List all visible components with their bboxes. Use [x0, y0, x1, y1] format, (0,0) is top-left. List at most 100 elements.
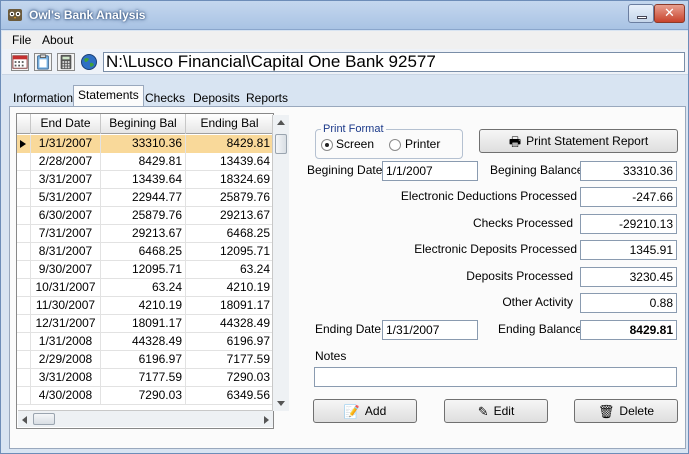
cell-ending-bal[interactable]: 44328.49 — [186, 315, 273, 333]
electronic-deductions-field[interactable]: -247.66 — [580, 187, 677, 207]
radio-screen[interactable] — [321, 139, 333, 151]
row-indicator[interactable] — [17, 189, 31, 207]
cell-end-date[interactable]: 2/29/2008 — [31, 351, 101, 369]
menu-file[interactable]: File — [12, 33, 31, 47]
cell-begining-bal[interactable]: 8429.81 — [101, 153, 186, 171]
cell-end-date[interactable]: 9/30/2007 — [31, 261, 101, 279]
cell-end-date[interactable]: 3/31/2007 — [31, 171, 101, 189]
tab-statements[interactable]: Statements — [73, 85, 144, 107]
calculator-icon[interactable] — [57, 53, 75, 71]
cell-end-date[interactable]: 11/30/2007 — [31, 297, 101, 315]
row-indicator[interactable] — [17, 369, 31, 387]
cell-begining-bal[interactable]: 29213.67 — [101, 225, 186, 243]
cell-ending-bal[interactable]: 25879.76 — [186, 189, 273, 207]
add-button[interactable]: 📝 Add — [313, 399, 417, 423]
begining-balance-field[interactable]: 33310.36 — [580, 161, 677, 181]
row-indicator[interactable] — [17, 135, 31, 153]
grid-vertical-scrollbar[interactable] — [272, 115, 289, 411]
delete-button[interactable]: 🗑 Delete — [574, 399, 678, 423]
cell-end-date[interactable]: 1/31/2007 — [31, 135, 101, 153]
vertical-scroll-thumb[interactable] — [275, 134, 287, 154]
cell-begining-bal[interactable]: 6196.97 — [101, 351, 186, 369]
cell-end-date[interactable]: 4/30/2008 — [31, 387, 101, 405]
horizontal-scroll-thumb[interactable] — [33, 413, 55, 425]
cell-begining-bal[interactable]: 4210.19 — [101, 297, 186, 315]
begining-date-field[interactable]: 1/1/2007 — [382, 161, 478, 181]
notes-field[interactable] — [314, 367, 677, 387]
close-button[interactable]: ✕ — [654, 4, 685, 23]
clipboard-icon[interactable] — [34, 53, 52, 71]
cell-begining-bal[interactable]: 13439.64 — [101, 171, 186, 189]
cell-ending-bal[interactable]: 7290.03 — [186, 369, 273, 387]
cell-ending-bal[interactable]: 6349.56 — [186, 387, 273, 405]
file-path-field[interactable]: N:\Lusco Financial\Capital One Bank 9257… — [103, 52, 685, 72]
table-row[interactable]: 9/30/2007 12095.71 63.24 — [17, 261, 273, 279]
cell-ending-bal[interactable]: 6468.25 — [186, 225, 273, 243]
edit-button[interactable]: ✎ Edit — [444, 399, 548, 423]
column-header-ending-bal[interactable]: Ending Bal — [186, 114, 273, 134]
tab-deposits[interactable]: Deposits — [189, 89, 244, 107]
cell-ending-bal[interactable]: 8429.81 — [186, 135, 273, 153]
row-indicator[interactable] — [17, 351, 31, 369]
tab-checks[interactable]: Checks — [141, 89, 189, 107]
globe-icon[interactable] — [80, 53, 98, 71]
radio-screen-label[interactable]: Screen — [336, 137, 374, 151]
table-row[interactable]: 3/31/2007 13439.64 18324.69 — [17, 171, 273, 189]
menu-about[interactable]: About — [42, 33, 73, 47]
row-indicator[interactable] — [17, 261, 31, 279]
cell-ending-bal[interactable]: 12095.71 — [186, 243, 273, 261]
cell-begining-bal[interactable]: 6468.25 — [101, 243, 186, 261]
table-row[interactable]: 5/31/2007 22944.77 25879.76 — [17, 189, 273, 207]
cell-end-date[interactable]: 10/31/2007 — [31, 279, 101, 297]
row-indicator[interactable] — [17, 387, 31, 405]
row-indicator[interactable] — [17, 225, 31, 243]
cell-ending-bal[interactable]: 13439.64 — [186, 153, 273, 171]
cell-end-date[interactable]: 8/31/2007 — [31, 243, 101, 261]
scroll-left-icon[interactable] — [22, 416, 27, 424]
scroll-down-icon[interactable] — [277, 401, 285, 406]
cell-ending-bal[interactable]: 18091.17 — [186, 297, 273, 315]
table-row[interactable]: 1/31/2008 44328.49 6196.97 — [17, 333, 273, 351]
column-header-end-date[interactable]: End Date — [31, 114, 101, 134]
table-row[interactable]: 1/31/2007 33310.36 8429.81 — [17, 135, 273, 153]
print-statement-report-button[interactable]: 🖶 Print Statement Report — [479, 129, 678, 153]
row-indicator[interactable] — [17, 297, 31, 315]
tab-reports[interactable]: Reports — [242, 89, 292, 107]
cell-end-date[interactable]: 12/31/2007 — [31, 315, 101, 333]
cell-ending-bal[interactable]: 18324.69 — [186, 171, 273, 189]
table-row[interactable]: 11/30/2007 4210.19 18091.17 — [17, 297, 273, 315]
minimize-button[interactable] — [628, 4, 654, 23]
scroll-right-icon[interactable] — [264, 416, 269, 424]
calendar-icon[interactable] — [11, 53, 29, 71]
cell-begining-bal[interactable]: 44328.49 — [101, 333, 186, 351]
checks-processed-field[interactable]: -29210.13 — [580, 214, 677, 234]
cell-end-date[interactable]: 6/30/2007 — [31, 207, 101, 225]
cell-begining-bal[interactable]: 25879.76 — [101, 207, 186, 225]
cell-end-date[interactable]: 7/31/2007 — [31, 225, 101, 243]
radio-printer[interactable] — [389, 139, 401, 151]
ending-balance-field[interactable]: 8429.81 — [580, 320, 677, 340]
cell-end-date[interactable]: 1/31/2008 — [31, 333, 101, 351]
cell-end-date[interactable]: 3/31/2008 — [31, 369, 101, 387]
table-row[interactable]: 4/30/2008 7290.03 6349.56 — [17, 387, 273, 405]
cell-ending-bal[interactable]: 4210.19 — [186, 279, 273, 297]
table-row[interactable]: 10/31/2007 63.24 4210.19 — [17, 279, 273, 297]
grid-horizontal-scrollbar[interactable] — [18, 410, 273, 427]
row-indicator[interactable] — [17, 315, 31, 333]
cell-ending-bal[interactable]: 7177.59 — [186, 351, 273, 369]
electronic-deposits-field[interactable]: 1345.91 — [580, 240, 677, 260]
row-indicator[interactable] — [17, 207, 31, 225]
table-row[interactable]: 12/31/2007 18091.17 44328.49 — [17, 315, 273, 333]
scroll-up-icon[interactable] — [277, 120, 285, 125]
other-activity-field[interactable]: 0.88 — [580, 293, 677, 313]
cell-begining-bal[interactable]: 63.24 — [101, 279, 186, 297]
cell-begining-bal[interactable]: 18091.17 — [101, 315, 186, 333]
table-row[interactable]: 8/31/2007 6468.25 12095.71 — [17, 243, 273, 261]
statements-grid[interactable]: End Date Begining Bal Ending Bal 1/31/20… — [16, 113, 274, 429]
table-row[interactable]: 6/30/2007 25879.76 29213.67 — [17, 207, 273, 225]
cell-ending-bal[interactable]: 29213.67 — [186, 207, 273, 225]
row-indicator[interactable] — [17, 333, 31, 351]
cell-end-date[interactable]: 2/28/2007 — [31, 153, 101, 171]
tab-information[interactable]: Information — [9, 89, 77, 107]
radio-printer-label[interactable]: Printer — [405, 137, 440, 151]
